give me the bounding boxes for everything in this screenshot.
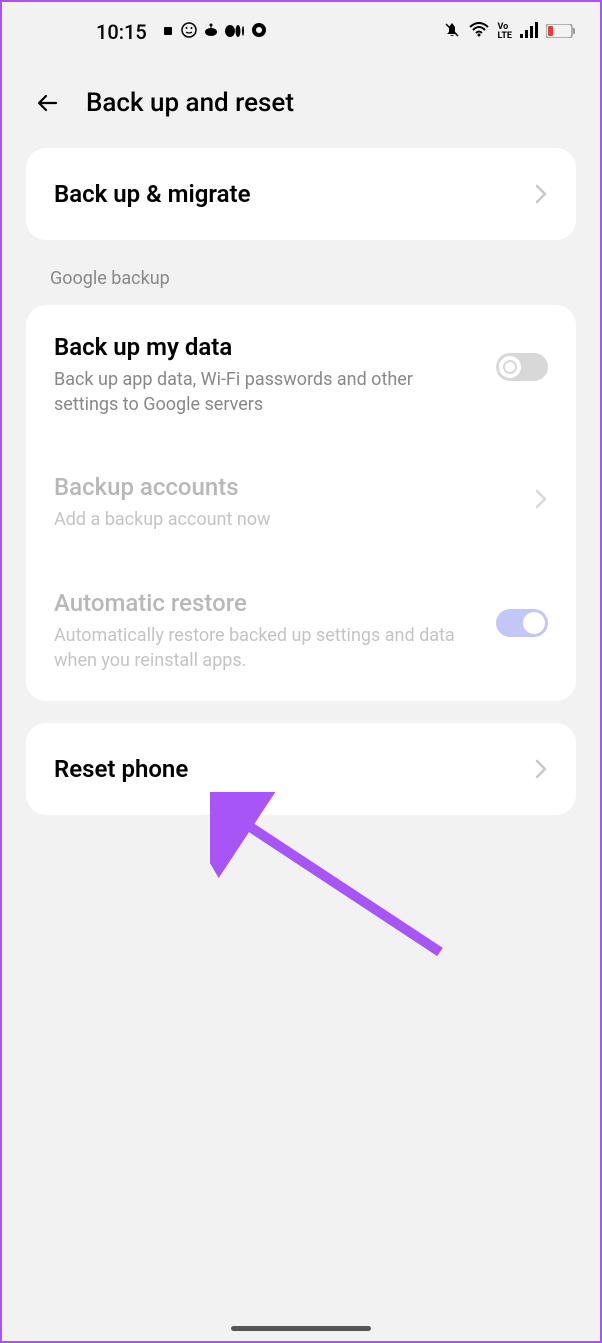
app-icon-2 <box>181 22 197 42</box>
chevron-right-icon <box>534 758 548 780</box>
wifi-icon <box>469 22 489 42</box>
reset-phone-title: Reset phone <box>54 755 188 783</box>
home-indicator[interactable] <box>231 1326 371 1331</box>
chevron-right-icon <box>534 183 548 205</box>
backup-migrate-title: Back up & migrate <box>54 180 251 208</box>
automatic-restore-toggle <box>496 609 548 637</box>
backup-my-data-item[interactable]: Back up my data Back up app data, Wi-Fi … <box>26 305 576 445</box>
google-backup-header: Google backup <box>2 240 600 305</box>
back-arrow-icon <box>34 89 62 117</box>
chevron-right-icon <box>534 488 548 510</box>
reset-phone-item[interactable]: Reset phone <box>26 723 576 815</box>
backup-accounts-item[interactable]: Backup accounts Add a backup account now <box>26 445 576 560</box>
reddit-icon <box>203 22 219 42</box>
backup-my-data-toggle[interactable] <box>496 353 548 381</box>
migrate-card: Back up & migrate <box>26 148 576 240</box>
medium-icon <box>225 23 245 42</box>
notification-muted-icon <box>443 21 461 43</box>
automatic-restore-subtitle: Automatically restore backed up settings… <box>54 623 474 673</box>
backup-my-data-subtitle: Back up app data, Wi-Fi passwords and ot… <box>54 367 474 417</box>
backup-migrate-item[interactable]: Back up & migrate <box>26 148 576 240</box>
back-button[interactable] <box>34 89 62 117</box>
automatic-restore-text: Automatic restore Automatically restore … <box>54 589 496 673</box>
status-bar: 10:15 VoLTE <box>2 2 600 58</box>
google-backup-card: Back up my data Back up app data, Wi-Fi … <box>26 305 576 701</box>
circle-icon <box>251 22 267 42</box>
app-icon-1 <box>161 23 175 42</box>
status-bar-right: VoLTE <box>443 21 576 43</box>
status-time: 10:15 <box>96 20 147 44</box>
signal-icon <box>520 22 538 42</box>
backup-accounts-text: Backup accounts Add a backup account now <box>54 473 534 532</box>
backup-accounts-subtitle: Add a backup account now <box>54 507 474 532</box>
reset-card: Reset phone <box>26 723 576 815</box>
automatic-restore-item: Automatic restore Automatically restore … <box>26 561 576 701</box>
page-header: Back up and reset <box>2 58 600 148</box>
page-title: Back up and reset <box>86 88 294 118</box>
backup-my-data-text: Back up my data Back up app data, Wi-Fi … <box>54 333 496 417</box>
automatic-restore-title: Automatic restore <box>54 589 496 617</box>
volte-icon: VoLTE <box>497 23 512 41</box>
annotation-arrow <box>210 792 460 972</box>
backup-accounts-title: Backup accounts <box>54 473 534 501</box>
status-bar-left: 10:15 <box>26 20 267 44</box>
battery-low-icon <box>546 23 576 42</box>
backup-my-data-title: Back up my data <box>54 333 496 361</box>
